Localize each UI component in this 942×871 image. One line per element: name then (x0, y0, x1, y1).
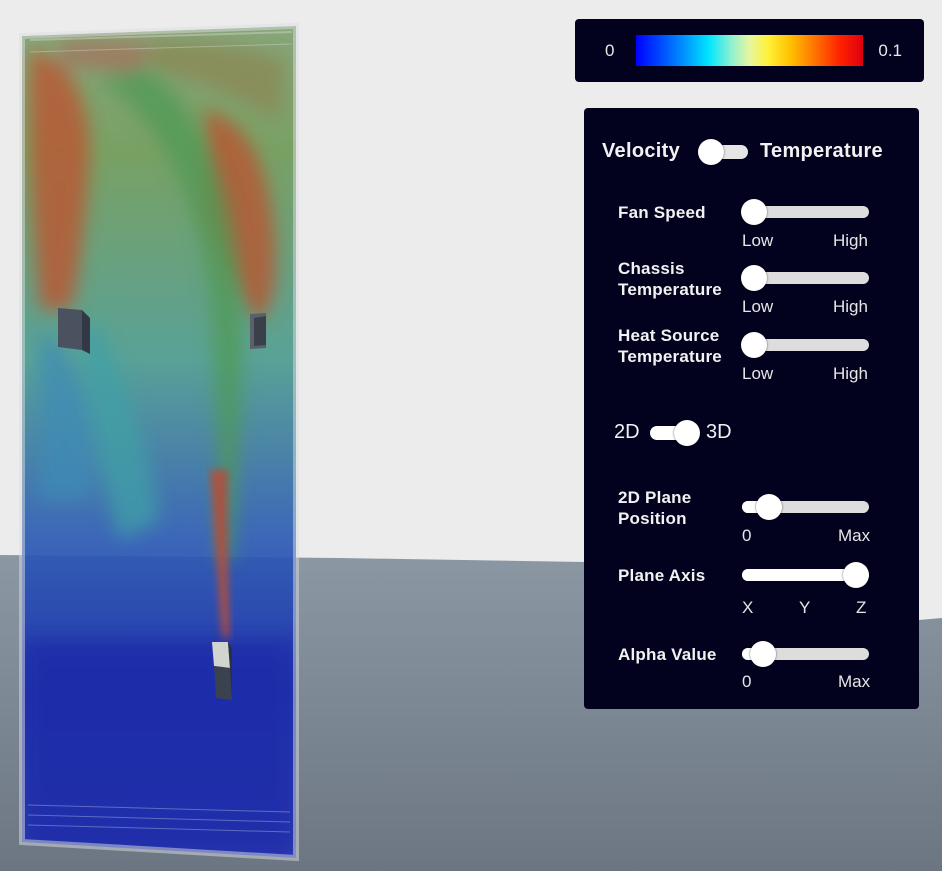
heat-source-temperature-slider-knob[interactable] (741, 332, 767, 358)
plane-axis-slider-knob[interactable] (843, 562, 869, 588)
colorbar-legend: 0 0.1 (575, 19, 924, 82)
control-panel: Velocity Temperature Fan Speed Low High … (584, 108, 919, 709)
plane-axis-slider[interactable] (742, 562, 869, 588)
plane-axis-label: Plane Axis (618, 566, 706, 585)
field-mode-toggle-row: Velocity Temperature (584, 138, 919, 166)
flow-field (22, 26, 296, 858)
alpha-value-label: Alpha Value (618, 645, 717, 664)
plane-position-max-label: Max (838, 526, 871, 545)
heat-source-high-label: High (833, 364, 868, 383)
axis-x-label: X (742, 598, 754, 617)
plane-position-label-line2: Position (618, 509, 687, 528)
left-chassis-block (58, 308, 90, 354)
alpha-value-max-label: Max (838, 672, 871, 691)
fan-speed-high-label: High (833, 231, 868, 250)
chassis-temperature-slider-knob[interactable] (741, 265, 767, 291)
right-chassis-block (250, 313, 266, 349)
dimension-toggle-row: 2D 3D (584, 418, 919, 448)
chassis-temperature-high-label: High (833, 297, 868, 316)
switch-knob[interactable] (674, 420, 700, 446)
colorbar-max-label: 0.1 (878, 41, 902, 60)
temperature-label[interactable]: Temperature (760, 140, 883, 163)
velocity-temperature-switch[interactable] (698, 139, 748, 165)
plane-position-slider[interactable] (742, 494, 869, 520)
colorbar-gradient (636, 35, 863, 66)
alpha-value-slider[interactable] (742, 641, 869, 667)
fan-speed-slider[interactable] (741, 199, 869, 225)
chassis-temperature-label-line1: Chassis (618, 259, 685, 278)
alpha-value-min-label: 0 (742, 672, 752, 691)
2d-label[interactable]: 2D (614, 421, 640, 444)
3d-label[interactable]: 3D (706, 421, 732, 444)
heat-source-temperature-label: Heat Source Temperature (618, 325, 722, 367)
chassis-temperature-slider[interactable] (741, 265, 869, 291)
velocity-label[interactable]: Velocity (602, 140, 680, 163)
plane-position-slider-knob[interactable] (756, 494, 782, 520)
plane-position-min-label: 0 (742, 526, 752, 545)
heat-source-low-label: Low (742, 364, 774, 383)
plane-position-label: 2D Plane Position (618, 487, 691, 529)
switch-knob[interactable] (698, 139, 724, 165)
chassis-temperature-low-label: Low (742, 297, 774, 316)
fan-speed-low-label: Low (742, 231, 774, 250)
chassis-temperature-label: Chassis Temperature (618, 258, 722, 300)
heat-source-temperature-label-line2: Temperature (618, 347, 722, 366)
2d-3d-switch[interactable] (650, 420, 700, 446)
chassis-temperature-label-line2: Temperature (618, 280, 722, 299)
axis-z-label: Z (856, 598, 867, 617)
heat-source-temperature-slider[interactable] (741, 332, 869, 358)
colorbar-min-label: 0 (605, 41, 615, 60)
plane-position-label-line1: 2D Plane (618, 488, 692, 507)
heat-source-temperature-label-line1: Heat Source (618, 326, 720, 345)
alpha-value-slider-knob[interactable] (750, 641, 776, 667)
axis-y-label: Y (799, 598, 811, 617)
fan-speed-label: Fan Speed (618, 203, 706, 222)
fan-speed-slider-knob[interactable] (741, 199, 767, 225)
